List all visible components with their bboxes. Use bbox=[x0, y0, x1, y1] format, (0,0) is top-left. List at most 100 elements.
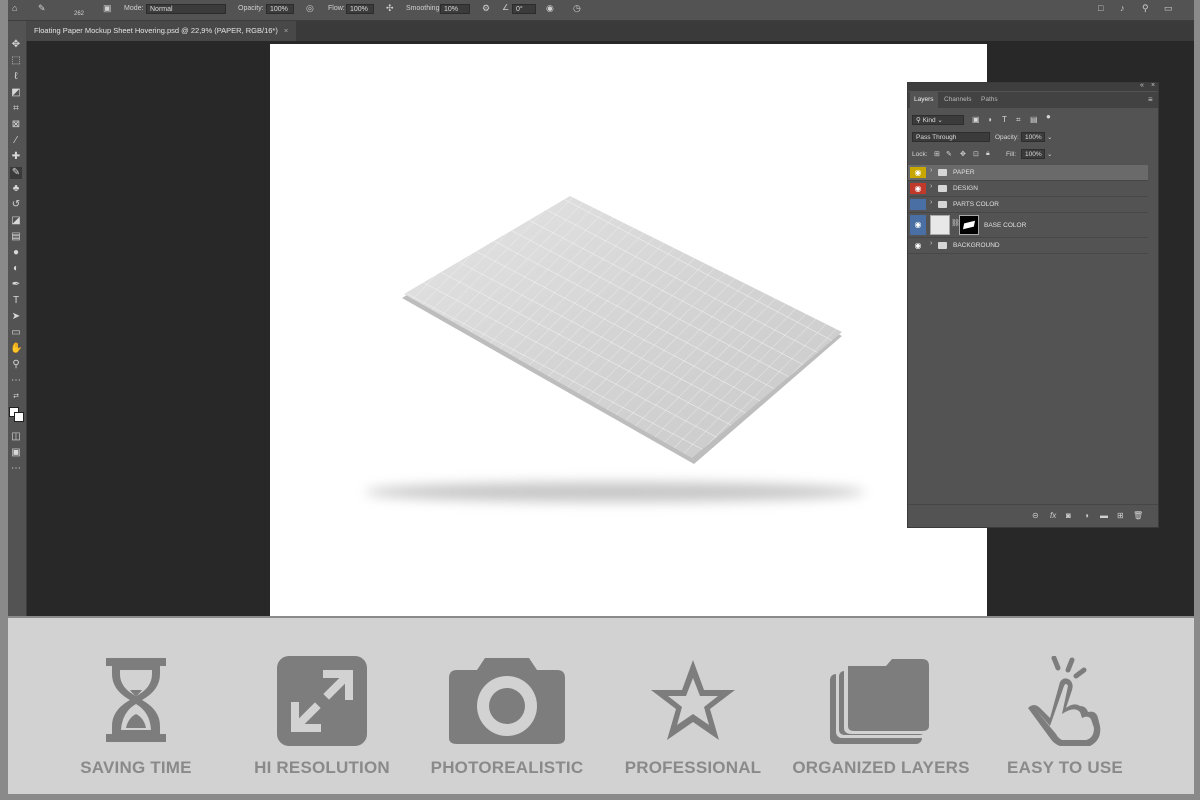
layer-thumbnail bbox=[930, 215, 950, 235]
clone-stamp-tool-icon[interactable]: ♣ bbox=[10, 183, 22, 195]
filter-pixel-icon[interactable]: ▣ bbox=[972, 115, 980, 124]
more-tools-icon[interactable]: ⋯ bbox=[10, 375, 22, 387]
eyedropper-tool-icon[interactable]: ⁄ bbox=[10, 135, 22, 147]
layer-mask-thumbnail[interactable] bbox=[959, 215, 979, 235]
layer-opacity-field[interactable]: 100% bbox=[1021, 132, 1045, 142]
visibility-eye-icon[interactable]: ◉ bbox=[910, 215, 926, 235]
airbrush-icon[interactable]: ✣ bbox=[386, 3, 394, 14]
history-brush-tool-icon[interactable]: ↺ bbox=[10, 199, 22, 211]
angle-icon: ∠ bbox=[502, 3, 510, 12]
photoshop-window: ⌂ ✎ 262 ▣ Mode: Normal Opacity: 100% ◎ F… bbox=[8, 0, 1194, 616]
lock-all-icon[interactable]: 🔒︎ bbox=[986, 150, 990, 158]
adjustment-layer-icon[interactable]: ◑ bbox=[1084, 511, 1089, 520]
smoothing-options-icon[interactable]: ⚙ bbox=[482, 3, 490, 14]
notifications-icon[interactable]: ♪ bbox=[1120, 3, 1125, 13]
mode-select[interactable]: Normal bbox=[146, 4, 226, 14]
marquee-tool-icon[interactable]: ⬚ bbox=[10, 55, 22, 67]
healing-brush-tool-icon[interactable]: ✚ bbox=[10, 151, 22, 163]
fill-dropdown-icon[interactable]: ⌄ bbox=[1047, 150, 1052, 158]
brush-settings-icon[interactable]: ▣ bbox=[103, 3, 112, 14]
hand-tool-icon[interactable]: ✋ bbox=[10, 343, 22, 355]
edit-toolbar-icon[interactable]: ⋯ bbox=[10, 463, 22, 475]
workspace-icon[interactable]: ▭ bbox=[1164, 3, 1173, 14]
tab-layers[interactable]: Layers bbox=[910, 92, 938, 108]
opacity-dropdown-icon[interactable]: ⌄ bbox=[1047, 133, 1052, 141]
collapse-panel-icon[interactable]: « bbox=[1140, 82, 1144, 89]
document-canvas[interactable] bbox=[270, 44, 987, 616]
visibility-eye-icon[interactable]: ◉ bbox=[910, 183, 926, 194]
home-icon[interactable]: ⌂ bbox=[12, 3, 17, 13]
pressure-opacity-icon[interactable]: ◎ bbox=[306, 3, 314, 14]
expand-chevron-icon[interactable]: › bbox=[930, 183, 932, 190]
dodge-tool-icon[interactable]: ◐ bbox=[10, 263, 22, 275]
swap-colors-icon[interactable]: ⇄ bbox=[10, 391, 22, 403]
brush-preset-icon[interactable]: ✎ bbox=[38, 3, 46, 14]
filter-toggle-icon[interactable]: ● bbox=[1046, 112, 1051, 121]
new-group-icon[interactable]: ▬ bbox=[1100, 511, 1108, 520]
angle-field[interactable]: 0° bbox=[512, 4, 536, 14]
blend-mode-select[interactable]: Pass Through bbox=[912, 132, 990, 142]
pen-tool-icon[interactable]: ✒ bbox=[10, 279, 22, 291]
panel-menu-icon[interactable]: ≡ bbox=[1148, 95, 1153, 104]
filter-type-icon[interactable]: T bbox=[1002, 115, 1007, 124]
layer-background[interactable]: ◉ › BACKGROUND bbox=[908, 238, 1148, 254]
lock-transparency-icon[interactable]: ⊞ bbox=[934, 150, 940, 158]
shape-tool-icon[interactable]: ▭ bbox=[10, 327, 22, 339]
expand-arrows-icon bbox=[277, 656, 367, 746]
fx-icon[interactable]: fx bbox=[1050, 511, 1056, 520]
object-select-tool-icon[interactable]: ◩ bbox=[10, 87, 22, 99]
pressure-size-icon[interactable]: ◉ bbox=[546, 3, 554, 14]
type-tool-icon[interactable]: T bbox=[10, 295, 22, 307]
filter-smart-icon[interactable]: ▤ bbox=[1030, 115, 1038, 124]
feature-label: PROFESSIONAL bbox=[624, 758, 762, 777]
link-layers-icon[interactable]: ⊝ bbox=[1032, 511, 1039, 520]
expand-chevron-icon[interactable]: › bbox=[930, 167, 932, 174]
expand-chevron-icon[interactable]: › bbox=[930, 240, 932, 247]
layer-paper[interactable]: ◉ › PAPER bbox=[908, 165, 1148, 181]
path-select-tool-icon[interactable]: ➤ bbox=[10, 311, 22, 323]
brush-tool-icon[interactable]: ✎ bbox=[10, 167, 22, 179]
lasso-tool-icon[interactable]: ℓ bbox=[10, 71, 22, 83]
blur-tool-icon[interactable]: ● bbox=[10, 247, 22, 259]
crop-tool-icon[interactable]: ⌗ bbox=[10, 103, 22, 115]
zoom-tool-icon[interactable]: ⚲ bbox=[10, 359, 22, 371]
filter-kind-select[interactable]: ⚲ Kind ⌄ bbox=[912, 115, 964, 125]
tab-channels[interactable]: Channels bbox=[940, 92, 975, 108]
visibility-eye-icon[interactable]: ◉ bbox=[910, 167, 926, 178]
eraser-tool-icon[interactable]: ◪ bbox=[10, 215, 22, 227]
background-color-swatch[interactable] bbox=[14, 412, 24, 422]
screen-mode-icon[interactable]: ▣ bbox=[10, 447, 22, 459]
close-panel-icon[interactable]: × bbox=[1151, 82, 1155, 89]
add-mask-icon[interactable]: ◙ bbox=[1066, 511, 1071, 520]
fill-field[interactable]: 100% bbox=[1021, 149, 1045, 159]
smoothing-field[interactable]: 10% bbox=[440, 4, 470, 14]
layer-design[interactable]: ◉ › DESIGN bbox=[908, 181, 1148, 197]
document-tab[interactable]: Floating Paper Mockup Sheet Hovering.psd… bbox=[26, 21, 297, 41]
tab-paths[interactable]: Paths bbox=[977, 92, 1002, 108]
visibility-eye-icon[interactable]: ◉ bbox=[910, 240, 926, 251]
symmetry-icon[interactable]: ◷ bbox=[573, 3, 581, 14]
feature-easy-to-use: EASY TO USE bbox=[970, 618, 1160, 794]
brush-size[interactable]: 262 bbox=[74, 11, 84, 17]
lock-artboard-icon[interactable]: ⊡ bbox=[973, 150, 979, 158]
visibility-hidden-icon[interactable] bbox=[910, 199, 926, 210]
filter-shape-icon[interactable]: ⌗ bbox=[1016, 115, 1021, 125]
quick-mask-icon[interactable]: ◫ bbox=[10, 431, 22, 443]
feature-label: HI RESOLUTION bbox=[254, 758, 390, 777]
opacity-field[interactable]: 100% bbox=[266, 4, 294, 14]
expand-chevron-icon[interactable]: › bbox=[930, 199, 932, 206]
lock-position-icon[interactable]: ✥ bbox=[960, 150, 966, 158]
layer-base-color[interactable]: ◉ ⛓︎ BASE COLOR bbox=[908, 213, 1148, 238]
filter-adjustment-icon[interactable]: ◑ bbox=[987, 115, 992, 124]
delete-layer-icon[interactable]: 🗑︎ bbox=[1133, 511, 1143, 520]
close-tab-icon[interactable]: × bbox=[284, 26, 288, 35]
new-layer-icon[interactable]: ⊞ bbox=[1117, 511, 1124, 520]
lock-pixels-icon[interactable]: ✎ bbox=[946, 150, 952, 158]
frame-tool-icon[interactable]: ⊠ bbox=[10, 119, 22, 131]
layer-parts-color[interactable]: › PARTS COLOR bbox=[908, 197, 1148, 213]
search-icon[interactable]: ⚲ bbox=[1142, 3, 1149, 14]
flow-field[interactable]: 100% bbox=[346, 4, 374, 14]
gradient-tool-icon[interactable]: ▤ bbox=[10, 231, 22, 243]
move-tool-icon[interactable]: ✥ bbox=[10, 39, 22, 51]
share-icon[interactable]: □ bbox=[1098, 3, 1103, 13]
